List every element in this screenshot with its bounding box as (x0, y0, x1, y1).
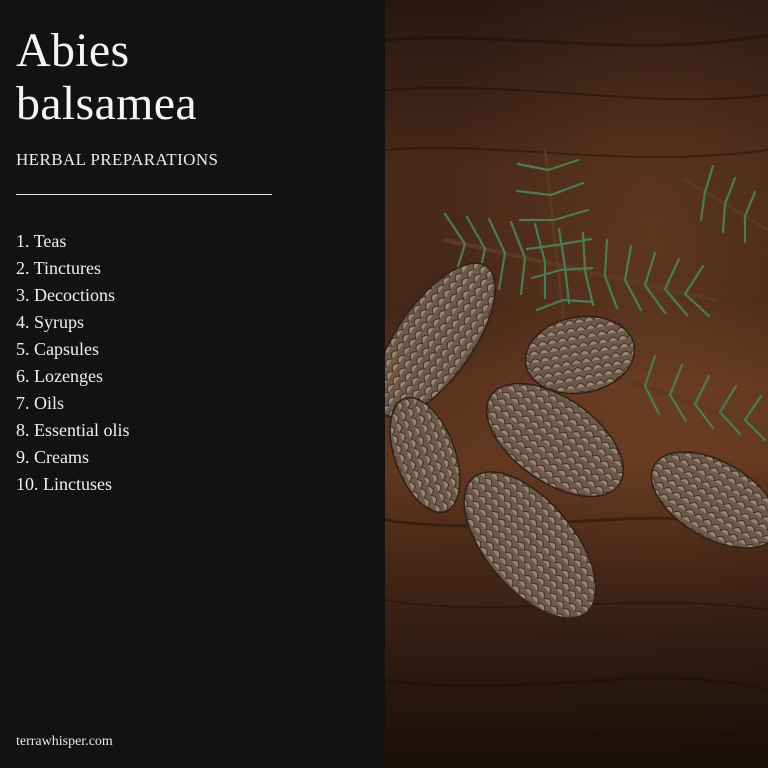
subtitle: HERBAL PREPARATIONS (16, 150, 219, 169)
list-item: 3. Decoctions (16, 285, 115, 305)
preparations-list: 1. Teas 2. Tinctures 3. Decoctions 4. Sy… (16, 228, 130, 498)
list-item: 4. Syrups (16, 312, 85, 332)
photo-illustration (385, 0, 768, 768)
fir-cones-photo (385, 0, 768, 768)
list-item: 6. Lozenges (16, 366, 103, 386)
list-item: 10. Linctuses (16, 474, 112, 494)
list-item: 2. Tinctures (16, 258, 102, 278)
site-credit: terrawhisper.com (16, 734, 113, 749)
list-item: 5. Capsules (16, 339, 99, 359)
title-line-2: balsamea (16, 77, 197, 130)
card: Abies balsamea HERBAL PREPARATIONS 1. Te… (0, 0, 768, 768)
divider (16, 194, 272, 195)
list-item: 7. Oils (16, 393, 65, 413)
list-item: 8. Essential olis (16, 420, 130, 440)
text-panel: Abies balsamea HERBAL PREPARATIONS 1. Te… (0, 0, 385, 768)
title-line-1: Abies (16, 24, 130, 77)
list-item: 9. Creams (16, 447, 89, 467)
page-title: Abies balsamea (16, 24, 197, 130)
list-item: 1. Teas (16, 231, 67, 251)
